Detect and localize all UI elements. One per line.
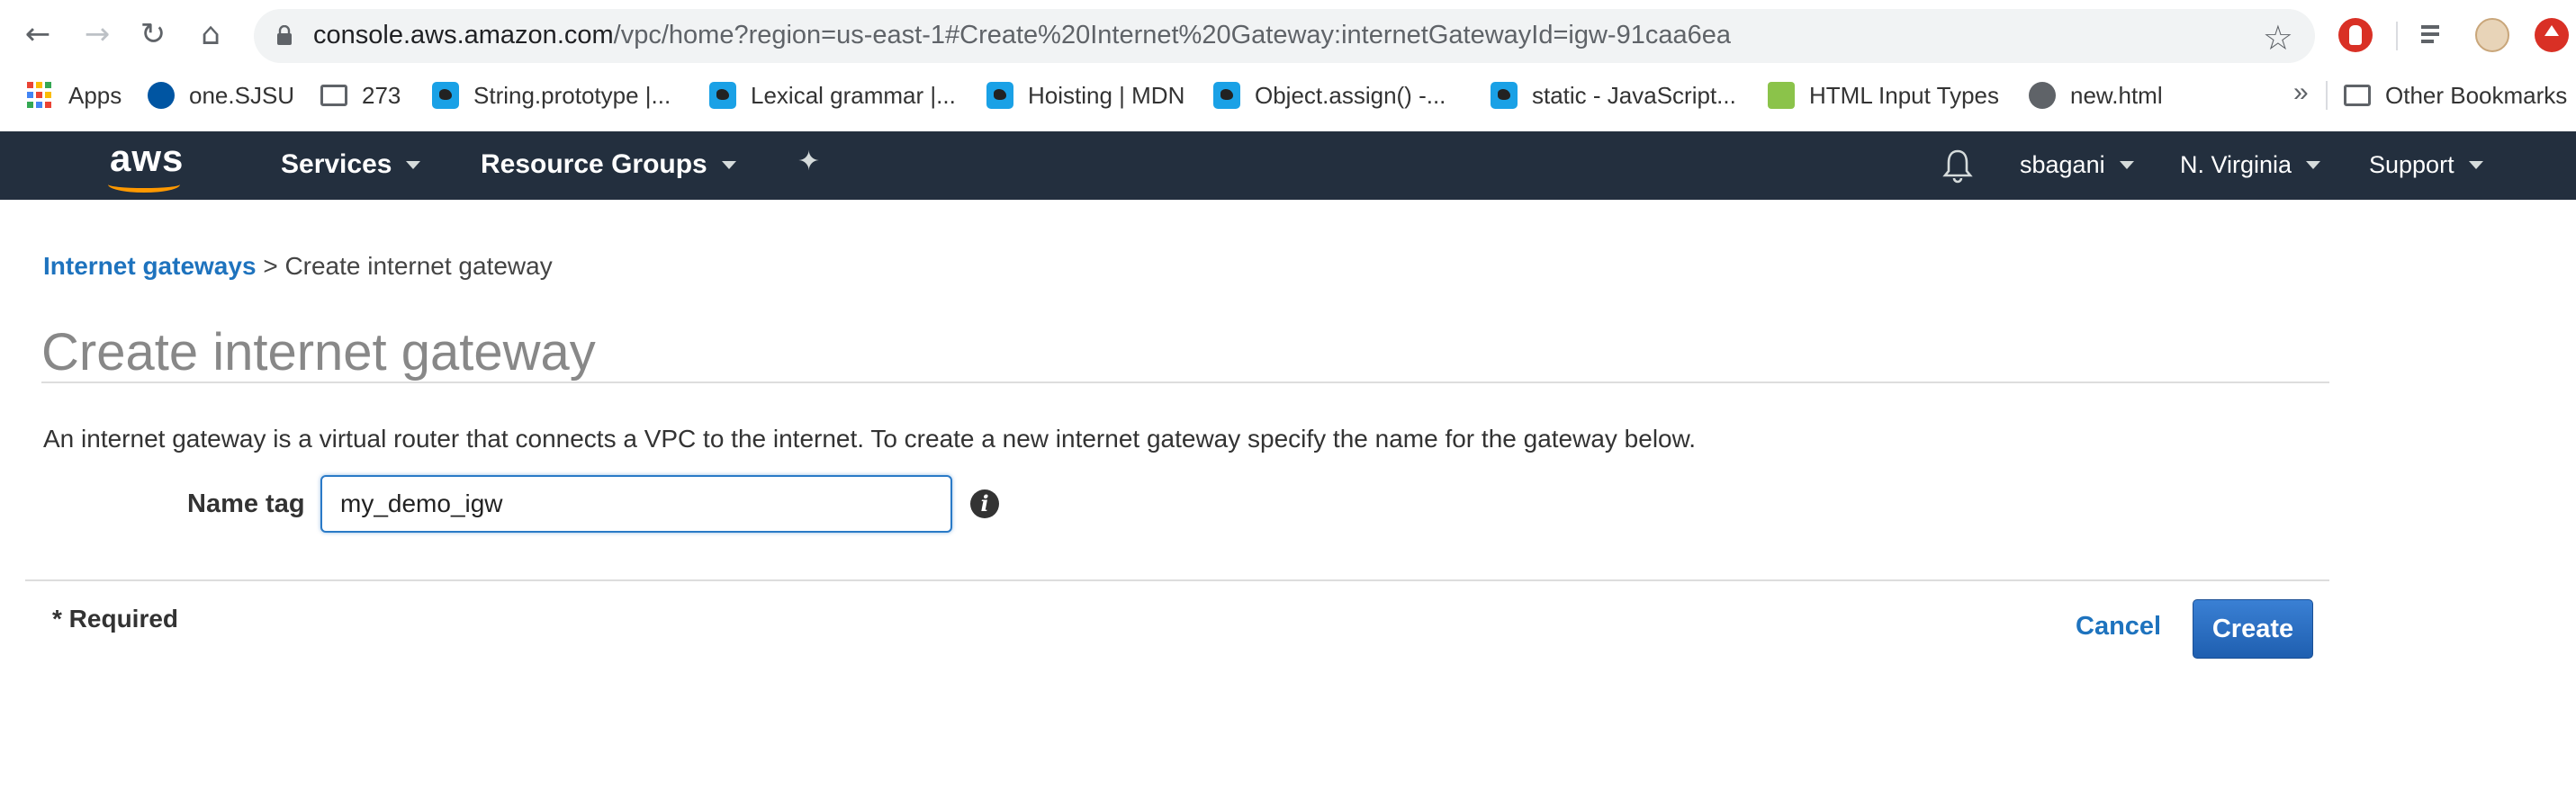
support-label: Support: [2369, 151, 2454, 178]
aws-logo-text: aws: [110, 137, 185, 179]
bookmark-star-icon[interactable]: ☆: [2263, 18, 2293, 58]
name-tag-label: Name tag: [187, 489, 305, 518]
media-controls-icon[interactable]: [2419, 18, 2454, 52]
bookmark-273[interactable]: 273: [320, 77, 401, 113]
bookmark-label: Hoisting | MDN: [1028, 81, 1185, 109]
mdn-icon: [986, 82, 1013, 109]
aws-top-nav: aws Services Resource Groups ✦ sbagani N…: [0, 131, 2576, 200]
resource-groups-label: Resource Groups: [481, 149, 707, 179]
caret-down-icon: [2468, 161, 2483, 169]
bookmark-object-assign[interactable]: Object.assign() -...: [1213, 77, 1446, 113]
breadcrumb-current: > Create internet gateway: [263, 252, 553, 280]
name-tag-input[interactable]: [320, 475, 952, 533]
bookmark-apps[interactable]: Apps: [27, 77, 122, 113]
page-description: An internet gateway is a virtual router …: [43, 425, 1697, 453]
bookmark-label: Other Bookmarks: [2385, 81, 2568, 109]
resource-groups-menu[interactable]: Resource Groups: [481, 149, 736, 180]
reload-icon[interactable]: ↻: [135, 16, 171, 52]
bookmark-one-sjsu[interactable]: one.SJSU: [148, 77, 294, 113]
folder-icon: [2344, 85, 2371, 106]
required-note: * Required: [52, 605, 179, 633]
bookmark-html-input-types[interactable]: HTML Input Types: [1768, 77, 1999, 113]
aws-smile-icon: [108, 176, 180, 193]
pin-icon[interactable]: ✦: [797, 146, 820, 177]
bookmark-new-html[interactable]: new.html: [2029, 77, 2163, 113]
bookmark-label: new.html: [2070, 81, 2163, 109]
bookmark-label: one.SJSU: [189, 81, 295, 109]
cancel-button[interactable]: Cancel: [2076, 612, 2161, 642]
bookmark-label: Object.assign() -...: [1255, 81, 1446, 109]
bookmarks-bar: Apps one.SJSU 273 String.prototype |... …: [0, 70, 2576, 122]
bookmark-label: 273: [362, 81, 401, 109]
account-label: sbagani: [2020, 151, 2105, 178]
bookmarks-overflow-chevron-icon[interactable]: »: [2293, 77, 2309, 108]
mdn-icon: [1491, 82, 1518, 109]
folder-icon: [320, 85, 347, 106]
forward-icon[interactable]: →: [79, 16, 115, 52]
toolbar-divider: [2396, 22, 2398, 50]
title-divider: [41, 382, 2329, 383]
lock-icon: [277, 25, 292, 45]
aws-logo[interactable]: aws: [106, 137, 187, 193]
bookmark-label: HTML Input Types: [1809, 81, 1999, 109]
region-label: N. Virginia: [2180, 151, 2292, 178]
browser-toolbar: ← → ↻ ⌂ console.aws.amazon.com/vpc/home?…: [0, 0, 2576, 70]
update-icon[interactable]: [2535, 18, 2569, 52]
bookmarks-divider: [2326, 81, 2328, 110]
region-menu[interactable]: N. Virginia: [2180, 151, 2321, 179]
notification-bell-icon[interactable]: [1942, 148, 1973, 184]
services-menu[interactable]: Services: [281, 149, 421, 180]
back-icon[interactable]: ←: [20, 16, 56, 52]
other-bookmarks[interactable]: Other Bookmarks: [2344, 77, 2567, 113]
breadcrumb: Internet gateways > Create internet gate…: [43, 252, 553, 281]
caret-down-icon: [2119, 161, 2134, 169]
caret-down-icon: [721, 160, 736, 169]
bookmark-lexical-grammar[interactable]: Lexical grammar |...: [709, 77, 956, 113]
page-title: Create internet gateway: [41, 323, 596, 382]
services-label: Services: [281, 149, 392, 179]
form-divider: [25, 579, 2329, 581]
bookmark-string-prototype[interactable]: String.prototype |...: [432, 77, 671, 113]
mdn-icon: [432, 82, 459, 109]
support-menu[interactable]: Support: [2369, 151, 2483, 179]
adblock-extension-icon[interactable]: [2338, 18, 2373, 52]
bookmark-label: Apps: [68, 81, 122, 109]
mdn-icon: [1213, 82, 1240, 109]
address-bar[interactable]: console.aws.amazon.com/vpc/home?region=u…: [254, 9, 2315, 63]
bookmark-label: static - JavaScript...: [1532, 81, 1736, 109]
bookmark-label: Lexical grammar |...: [751, 81, 956, 109]
browser-chrome: ← → ↻ ⌂ console.aws.amazon.com/vpc/home?…: [0, 0, 2576, 131]
breadcrumb-internet-gateways-link[interactable]: Internet gateways: [43, 252, 257, 280]
bookmark-label: String.prototype |...: [473, 81, 671, 109]
caret-down-icon: [406, 160, 421, 169]
url-text: console.aws.amazon.com/vpc/home?region=u…: [313, 21, 1731, 49]
create-button[interactable]: Create: [2193, 599, 2313, 659]
caret-down-icon: [2306, 161, 2321, 169]
w3-icon: [1768, 82, 1795, 109]
info-icon[interactable]: i: [970, 489, 999, 518]
home-icon[interactable]: ⌂: [193, 16, 229, 52]
account-menu[interactable]: sbagani: [2020, 151, 2134, 179]
bookmark-static-javascript[interactable]: static - JavaScript...: [1491, 77, 1736, 113]
profile-avatar[interactable]: [2475, 18, 2509, 52]
apps-grid-icon: [27, 82, 54, 109]
bookmark-hoisting[interactable]: Hoisting | MDN: [986, 77, 1184, 113]
globe-icon: [2029, 82, 2056, 109]
mdn-icon: [709, 82, 736, 109]
sjsu-icon: [148, 82, 175, 109]
